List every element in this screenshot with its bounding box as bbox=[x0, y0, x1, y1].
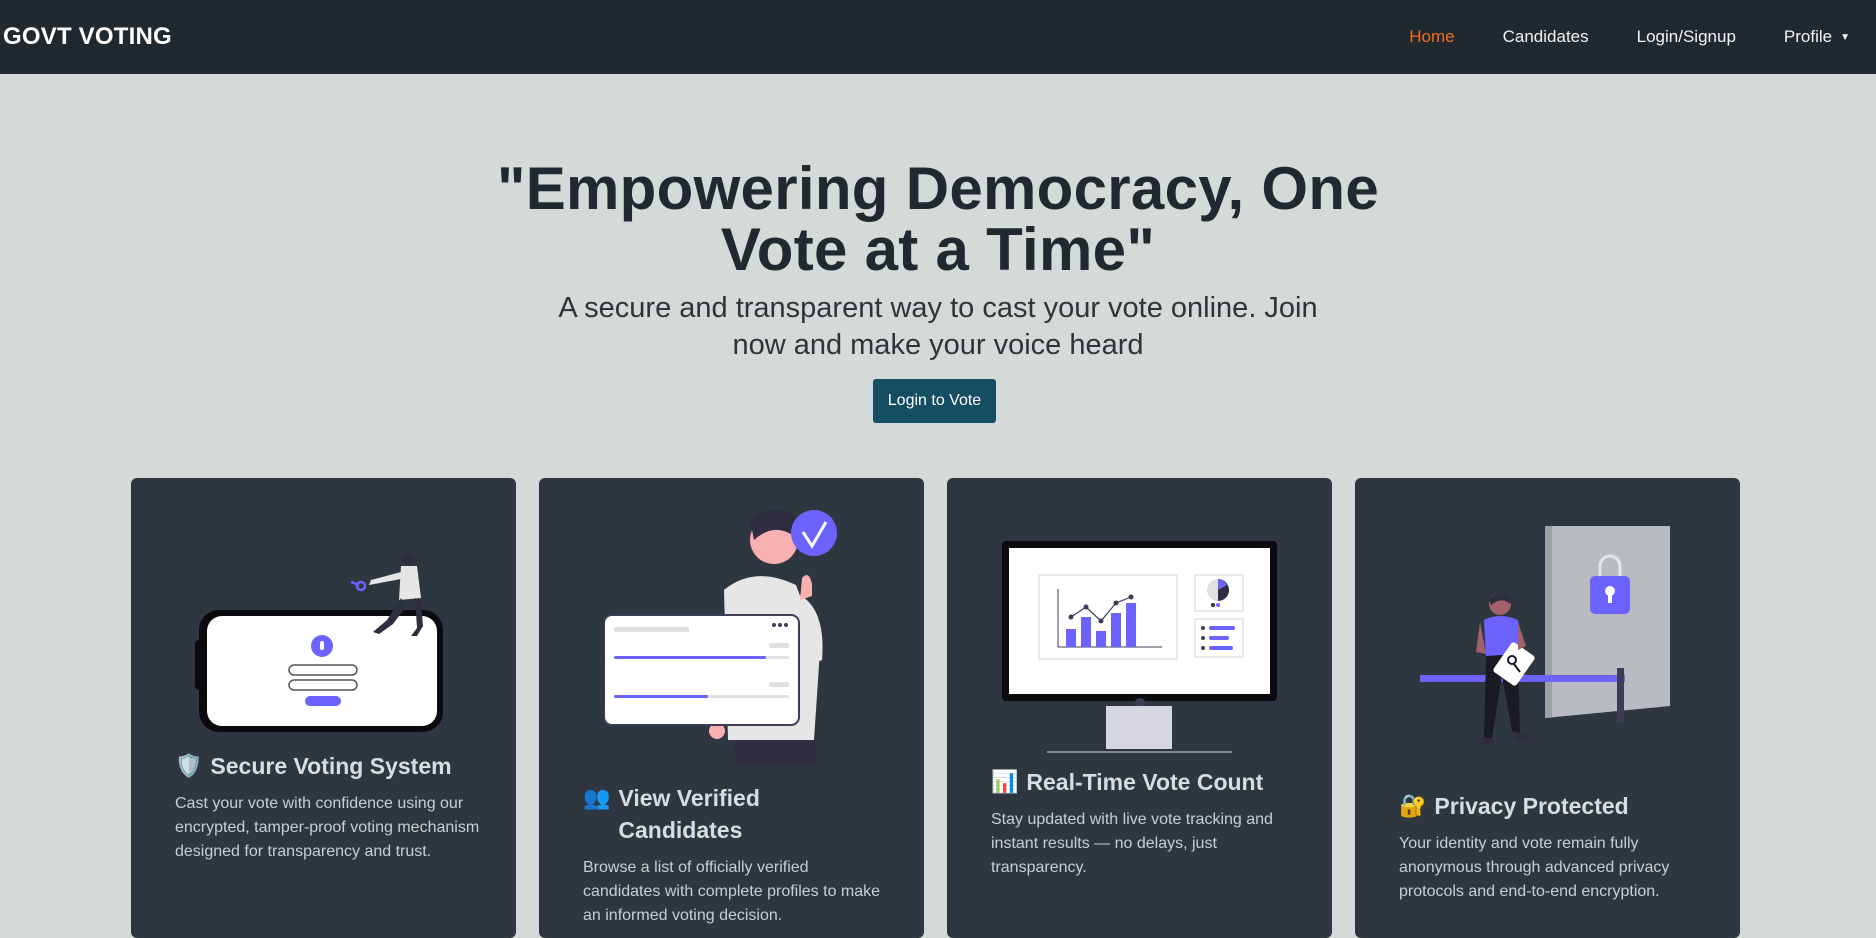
nav-links: Home Candidates Login/Signup Profile ▼ bbox=[1361, 0, 1850, 74]
card-title-row: 🛡️ Secure Voting System bbox=[175, 750, 452, 782]
bar-chart-icon: 📊 bbox=[991, 769, 1019, 794]
card-title-row: 🔐 Privacy Protected bbox=[1399, 790, 1629, 822]
feature-card-real-time-count: 📊 Real-Time Vote Count Stay updated with… bbox=[947, 478, 1332, 938]
nav-link-profile-dropdown[interactable]: Profile ▼ bbox=[1784, 27, 1850, 47]
people-icon: 👥 bbox=[583, 785, 611, 810]
feature-card-secure-voting: 🛡️ Secure Voting System Cast your vote w… bbox=[131, 478, 516, 938]
nav-link-home[interactable]: Home bbox=[1409, 27, 1454, 47]
chevron-down-icon: ▼ bbox=[1840, 31, 1850, 43]
feature-card-verified-candidates: 👥 View Verified Candidates Browse a list… bbox=[539, 478, 924, 938]
card-title: Privacy Protected bbox=[1434, 793, 1629, 819]
card-description: Your identity and vote remain fully anon… bbox=[1399, 835, 1670, 900]
card-title-row: 📊 Real-Time Vote Count bbox=[991, 766, 1263, 798]
nav-link-candidates[interactable]: Candidates bbox=[1503, 27, 1589, 47]
candidate-profile-illustration bbox=[604, 509, 837, 765]
hero-title: "Empowering Democracy, One Vote at a Tim… bbox=[496, 155, 1380, 283]
hero-subtitle: A secure and transparent way to cast you… bbox=[558, 292, 1318, 361]
card-description: Browse a list of officially verified can… bbox=[583, 859, 881, 924]
top-navbar: GOVT VOTING Home Candidates Login/Signup… bbox=[0, 0, 1876, 74]
nav-link-login-signup[interactable]: Login/Signup bbox=[1637, 27, 1736, 47]
nav-link-profile-label: Profile bbox=[1783, 27, 1833, 46]
card-title: Real-Time Vote Count bbox=[1026, 769, 1264, 795]
card-title: View Verified Candidates bbox=[618, 785, 760, 843]
monitor-analytics-illustration bbox=[1002, 541, 1277, 753]
shield-icon: 🛡️ bbox=[175, 753, 203, 778]
card-title: Secure Voting System bbox=[210, 753, 452, 779]
phone-login-illustration bbox=[195, 553, 443, 732]
card-description: Cast your vote with confidence using our… bbox=[175, 795, 480, 860]
login-to-vote-button[interactable]: Login to Vote bbox=[873, 379, 996, 423]
privacy-door-illustration bbox=[1420, 526, 1670, 744]
card-title-row: 👥 View Verified Candidates bbox=[583, 782, 883, 846]
card-description: Stay updated with live vote tracking and… bbox=[991, 811, 1273, 876]
feature-card-privacy: 🔐 Privacy Protected Your identity and vo… bbox=[1355, 478, 1740, 938]
brand-logo[interactable]: GOVT VOTING bbox=[3, 23, 172, 51]
lock-key-icon: 🔐 bbox=[1399, 793, 1427, 818]
